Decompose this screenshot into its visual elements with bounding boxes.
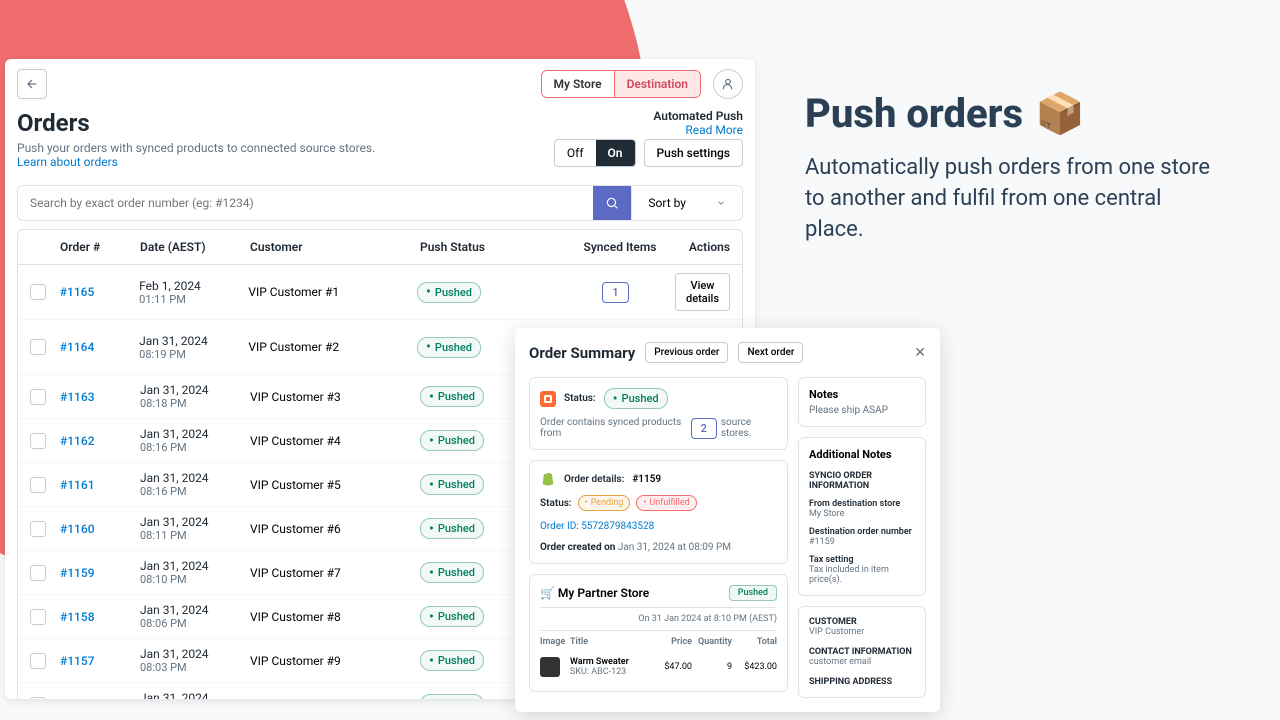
line-item: Warm Sweater SKU: ABC-123 $47.00 9 $423.… bbox=[540, 653, 777, 681]
toggle-on[interactable]: On bbox=[596, 140, 635, 166]
next-order-button[interactable]: Next order bbox=[738, 342, 803, 363]
row-checkbox[interactable] bbox=[30, 477, 46, 493]
pushed-badge: Pushed bbox=[729, 585, 777, 601]
order-detail-panel: Order Summary Previous order Next order … bbox=[515, 328, 940, 712]
product-image bbox=[540, 657, 560, 677]
status-badge: Pushed bbox=[420, 650, 484, 671]
sort-button[interactable]: Sort by bbox=[631, 186, 742, 220]
pending-badge: Pending bbox=[578, 495, 631, 511]
order-link[interactable]: #1165 bbox=[60, 285, 95, 299]
arrow-left-icon bbox=[25, 77, 39, 91]
page-subtitle: Push your orders with synced products to… bbox=[17, 141, 375, 155]
avatar-button[interactable] bbox=[713, 69, 743, 99]
promo-content: Push orders 📦 Automatically push orders … bbox=[805, 90, 1225, 245]
page-title: Orders bbox=[17, 109, 375, 137]
additional-notes-card: Additional Notes SYNCIO ORDER INFORMATIO… bbox=[798, 437, 926, 596]
read-more-link[interactable]: Read More bbox=[554, 123, 743, 137]
back-button[interactable] bbox=[17, 69, 47, 99]
row-checkbox[interactable] bbox=[30, 609, 46, 625]
status-card: Status: Pushed Order contains synced pro… bbox=[529, 377, 788, 450]
auto-push-toggle: Off On bbox=[554, 139, 636, 167]
search-button[interactable] bbox=[593, 186, 631, 220]
order-link[interactable]: #1157 bbox=[60, 654, 95, 668]
tab-destination[interactable]: Destination bbox=[615, 71, 700, 97]
order-link[interactable]: #1160 bbox=[60, 522, 95, 536]
toggle-off[interactable]: Off bbox=[555, 140, 596, 166]
status-badge: Pushed bbox=[420, 694, 484, 699]
status-badge: Pushed bbox=[417, 337, 481, 358]
status-badge: Pushed bbox=[417, 282, 481, 303]
store-tabs: My Store Destination bbox=[541, 70, 702, 98]
row-checkbox[interactable] bbox=[30, 389, 46, 405]
items-badge: 1 bbox=[602, 282, 628, 303]
row-checkbox[interactable] bbox=[30, 697, 46, 700]
unfulfilled-badge: Unfulfilled bbox=[636, 495, 696, 511]
status-badge: Pushed bbox=[420, 518, 484, 539]
view-details-button[interactable]: View details bbox=[675, 273, 730, 311]
order-link[interactable]: #1163 bbox=[60, 390, 95, 404]
syncio-icon bbox=[540, 391, 556, 407]
chevron-down-icon bbox=[716, 198, 726, 208]
row-checkbox[interactable] bbox=[30, 284, 46, 300]
partner-store-card: 🛒 My Partner Store Pushed On 31 Jan 2024… bbox=[529, 574, 788, 692]
order-link[interactable]: #1156 bbox=[60, 698, 95, 700]
search-input[interactable] bbox=[18, 186, 593, 220]
row-checkbox[interactable] bbox=[30, 653, 46, 669]
table-row: #1165 Feb 1, 202401:11 PM VIP Customer #… bbox=[18, 265, 742, 320]
detail-title: Order Summary bbox=[529, 344, 635, 362]
status-badge: Pushed bbox=[420, 430, 484, 451]
auto-push-label: Automated Push bbox=[554, 109, 743, 123]
search-icon bbox=[605, 196, 619, 210]
row-checkbox[interactable] bbox=[30, 565, 46, 581]
status-badge: Pushed bbox=[604, 388, 668, 409]
promo-body: Automatically push orders from one store… bbox=[805, 153, 1225, 245]
order-link[interactable]: #1158 bbox=[60, 610, 95, 624]
previous-order-button[interactable]: Previous order bbox=[645, 342, 728, 363]
order-details-card: Order details: #1159 Status: Pending Unf… bbox=[529, 460, 788, 564]
order-id-link[interactable]: Order ID: 5572879843528 bbox=[540, 521, 777, 532]
status-badge: Pushed bbox=[420, 386, 484, 407]
package-icon: 📦 bbox=[1035, 90, 1085, 137]
promo-title: Push orders 📦 bbox=[805, 90, 1225, 137]
partner-store-name: 🛒 My Partner Store bbox=[540, 586, 649, 600]
learn-link[interactable]: Learn about orders bbox=[17, 155, 375, 169]
row-checkbox[interactable] bbox=[30, 521, 46, 537]
table-header: Order # Date (AEST) Customer Push Status… bbox=[18, 230, 742, 265]
user-icon bbox=[721, 77, 735, 91]
status-badge: Pushed bbox=[420, 606, 484, 627]
order-link[interactable]: #1162 bbox=[60, 434, 95, 448]
status-badge: Pushed bbox=[420, 474, 484, 495]
order-link[interactable]: #1161 bbox=[60, 478, 95, 492]
shopify-icon bbox=[540, 471, 556, 487]
row-checkbox[interactable] bbox=[30, 433, 46, 449]
order-link[interactable]: #1159 bbox=[60, 566, 95, 580]
customer-info-card: CUSTOMER VIP Customer CONTACT INFORMATIO… bbox=[798, 606, 926, 698]
notes-card: Notes Please ship ASAP bbox=[798, 377, 926, 427]
order-link[interactable]: #1164 bbox=[60, 340, 95, 354]
push-settings-button[interactable]: Push settings bbox=[644, 139, 743, 167]
tab-my-store[interactable]: My Store bbox=[542, 71, 615, 97]
close-button[interactable]: ✕ bbox=[914, 345, 926, 361]
status-badge: Pushed bbox=[420, 562, 484, 583]
row-checkbox[interactable] bbox=[30, 339, 46, 355]
